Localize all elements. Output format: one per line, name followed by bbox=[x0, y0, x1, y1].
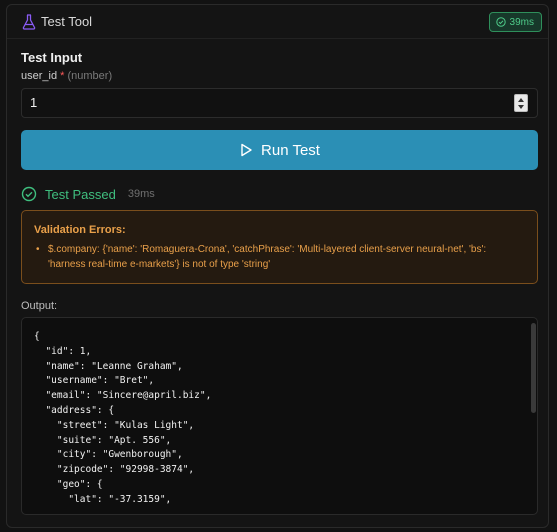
output-box: { "id": 1, "name": "Leanne Graham", "use… bbox=[21, 317, 538, 515]
play-icon bbox=[241, 143, 252, 157]
timing-badge: 39ms bbox=[488, 12, 542, 32]
type-hint: (number) bbox=[67, 70, 113, 82]
validation-error-item: $.company: {'name': 'Romaguera-Crona', '… bbox=[34, 242, 525, 272]
stepper-down-icon[interactable] bbox=[518, 105, 524, 109]
validation-errors-box: Validation Errors: $.company: {'name': '… bbox=[21, 210, 538, 284]
stepper-up-icon[interactable] bbox=[518, 98, 524, 102]
section-title: Test Input bbox=[21, 50, 83, 65]
number-stepper[interactable] bbox=[514, 94, 528, 112]
required-marker: * bbox=[60, 70, 65, 82]
test-tool-panel: Test Tool 39ms Test Input user_id * (num… bbox=[6, 4, 549, 528]
validation-list: $.company: {'name': 'Romaguera-Crona', '… bbox=[34, 242, 525, 272]
validation-title: Validation Errors: bbox=[34, 224, 126, 236]
check-circle-icon bbox=[21, 186, 37, 202]
run-test-label: Run Test bbox=[261, 141, 320, 159]
test-duration: 39ms bbox=[127, 188, 155, 200]
test-status: Test Passed bbox=[45, 186, 116, 202]
test-result: Test Passed 39ms bbox=[21, 186, 155, 202]
panel-header: Test Tool 39ms bbox=[7, 5, 548, 39]
field-name: user_id bbox=[21, 70, 58, 82]
output-label: Output: bbox=[21, 300, 58, 312]
field-label: user_id * (number) bbox=[21, 70, 112, 82]
run-test-button[interactable]: Run Test bbox=[21, 130, 538, 170]
timing-badge-text: 39ms bbox=[509, 16, 534, 28]
user-id-input[interactable]: 1 bbox=[21, 88, 538, 118]
output-scrollbar[interactable] bbox=[531, 323, 536, 413]
check-circle-icon bbox=[495, 17, 506, 27]
flask-icon bbox=[22, 14, 36, 30]
output-json: { "id": 1, "name": "Leanne Graham", "use… bbox=[34, 331, 212, 505]
panel-title: Test Tool bbox=[41, 14, 93, 29]
